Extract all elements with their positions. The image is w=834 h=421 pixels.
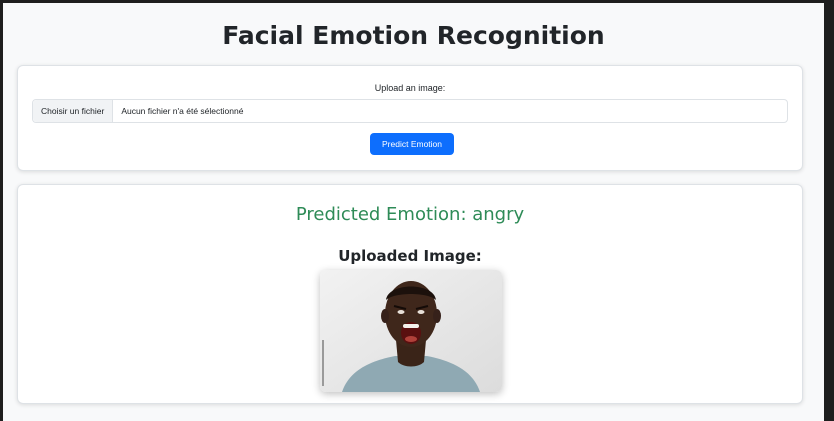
upload-label: Upload an image: <box>374 83 446 93</box>
predicted-emotion: Predicted Emotion: angry <box>295 204 525 225</box>
app-window: Facial Emotion Recognition Upload an ima… <box>0 0 834 421</box>
file-input[interactable]: Choisir un fichier Aucun fichier n'a été… <box>32 99 788 123</box>
choose-file-button[interactable]: Choisir un fichier <box>33 100 114 122</box>
result-card: Predicted Emotion: angry Uploaded Image: <box>17 184 803 404</box>
predict-emotion-button[interactable]: Predict Emotion <box>370 133 454 155</box>
uploaded-image <box>320 270 502 392</box>
page-title: Facial Emotion Recognition <box>222 21 605 50</box>
upload-card: Upload an image: Choisir un fichier Aucu… <box>17 65 803 171</box>
uploaded-image-label: Uploaded Image: <box>338 247 482 265</box>
file-status-text: Aucun fichier n'a été sélectionné <box>121 106 244 116</box>
